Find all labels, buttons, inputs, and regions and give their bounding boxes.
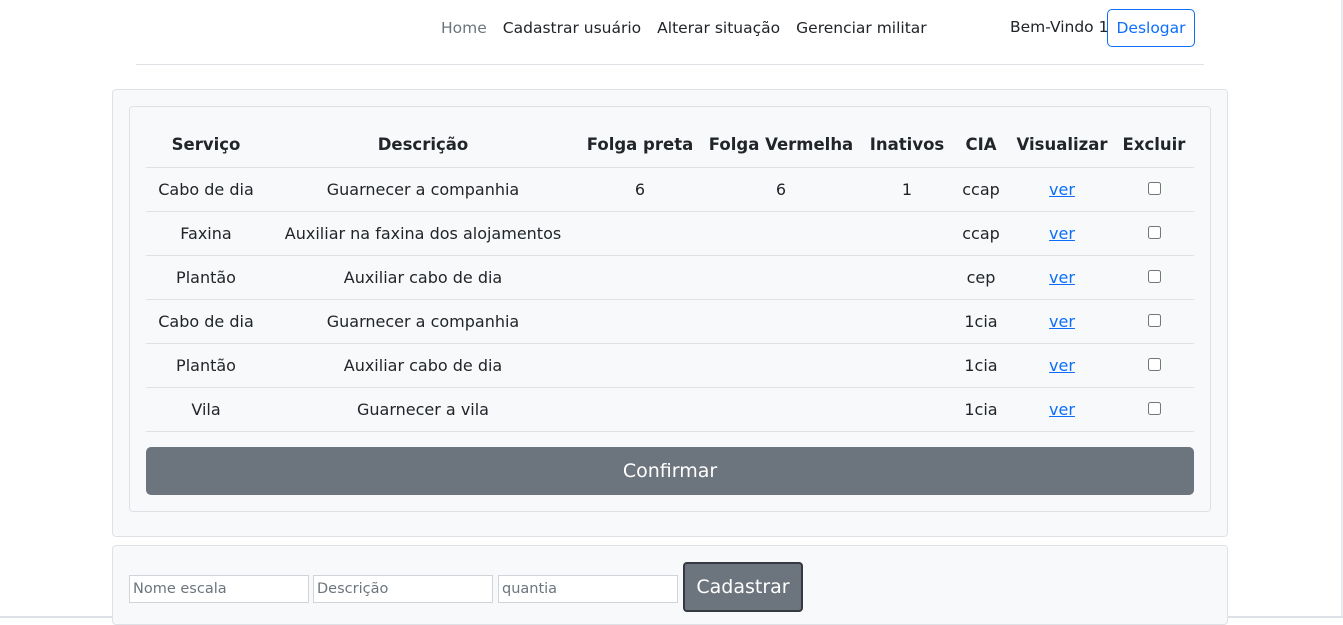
cell-inactive: 1	[862, 167, 952, 212]
col-header-red-leave: Folga Vermelha	[700, 123, 862, 168]
table-row: Cabo de dia Guarnecer a companhia 1cia v…	[146, 299, 1194, 344]
nav-register-user[interactable]: Cadastrar usuário	[503, 17, 641, 39]
cell-inactive	[862, 343, 952, 388]
cell-description: Auxiliar cabo de dia	[266, 255, 580, 300]
welcome-text: Bem-Vindo 1	[1010, 18, 1109, 36]
view-link[interactable]: ver	[1049, 312, 1075, 331]
table-row: Vila Guarnecer a vila 1cia ver	[146, 387, 1194, 432]
delete-checkbox[interactable]	[1147, 357, 1161, 371]
view-link[interactable]: ver	[1049, 356, 1075, 375]
cell-delete	[1114, 167, 1194, 212]
cell-service: Vila	[146, 387, 266, 432]
cell-black-leave	[580, 299, 700, 344]
col-header-description: Descrição	[266, 123, 580, 168]
cell-view: ver	[1010, 299, 1114, 344]
main-nav: Home Cadastrar usuário Alterar situação …	[441, 17, 927, 39]
cell-cia: 1cia	[952, 387, 1010, 432]
col-header-cia: CIA	[952, 123, 1010, 168]
cell-delete	[1114, 299, 1194, 344]
cell-description: Auxiliar cabo de dia	[266, 343, 580, 388]
delete-checkbox[interactable]	[1147, 401, 1161, 415]
cell-delete	[1114, 211, 1194, 256]
delete-checkbox[interactable]	[1147, 313, 1161, 327]
cell-service: Cabo de dia	[146, 299, 266, 344]
schedule-description-input[interactable]	[313, 575, 493, 603]
table-row: Plantão Auxiliar cabo de dia cep ver	[146, 255, 1194, 300]
services-card: Serviço Descrição Folga preta Folga Verm…	[129, 106, 1211, 512]
cell-description: Guarnecer a companhia	[266, 167, 580, 212]
cell-inactive	[862, 299, 952, 344]
cell-red-leave: 6	[700, 167, 862, 212]
table-row: Plantão Auxiliar cabo de dia 1cia ver	[146, 343, 1194, 388]
table-row: Faxina Auxiliar na faxina dos alojamento…	[146, 211, 1194, 256]
cell-inactive	[862, 387, 952, 432]
cell-red-leave	[700, 387, 862, 432]
view-link[interactable]: ver	[1049, 268, 1075, 287]
nav-change-status[interactable]: Alterar situação	[657, 17, 780, 39]
cell-black-leave	[580, 387, 700, 432]
nav-home[interactable]: Home	[441, 17, 487, 39]
cell-delete	[1114, 343, 1194, 388]
cell-black-leave	[580, 211, 700, 256]
logout-button[interactable]: Deslogar	[1107, 9, 1195, 47]
cell-red-leave	[700, 343, 862, 388]
confirm-button[interactable]: Confirmar	[146, 447, 1194, 495]
register-schedule-panel: Cadastrar	[112, 545, 1228, 625]
cell-description: Auxiliar na faxina dos alojamentos	[266, 211, 580, 256]
cell-cia: ccap	[952, 167, 1010, 212]
cell-cia: cep	[952, 255, 1010, 300]
cell-view: ver	[1010, 255, 1114, 300]
cell-view: ver	[1010, 343, 1114, 388]
cell-red-leave	[700, 211, 862, 256]
cell-description: Guarnecer a vila	[266, 387, 580, 432]
cell-black-leave	[580, 343, 700, 388]
cell-red-leave	[700, 255, 862, 300]
cell-view: ver	[1010, 167, 1114, 212]
cell-delete	[1114, 387, 1194, 432]
cell-view: ver	[1010, 387, 1114, 432]
view-link[interactable]: ver	[1049, 224, 1075, 243]
schedule-quantity-input[interactable]	[498, 575, 678, 603]
cell-delete	[1114, 255, 1194, 300]
cell-black-leave	[580, 255, 700, 300]
delete-checkbox[interactable]	[1147, 225, 1161, 239]
cell-view: ver	[1010, 211, 1114, 256]
services-table: Serviço Descrição Folga preta Folga Verm…	[146, 123, 1194, 432]
schedule-name-input[interactable]	[129, 575, 309, 603]
view-link[interactable]: ver	[1049, 180, 1075, 199]
cell-inactive	[862, 255, 952, 300]
col-header-inactive: Inativos	[862, 123, 952, 168]
cell-red-leave	[700, 299, 862, 344]
cell-cia: 1cia	[952, 343, 1010, 388]
delete-checkbox[interactable]	[1147, 181, 1161, 195]
col-header-view: Visualizar	[1010, 123, 1114, 168]
cell-service: Plantão	[146, 255, 266, 300]
view-link[interactable]: ver	[1049, 400, 1075, 419]
cell-black-leave: 6	[580, 167, 700, 212]
cell-description: Guarnecer a companhia	[266, 299, 580, 344]
cell-inactive	[862, 211, 952, 256]
register-button[interactable]: Cadastrar	[683, 562, 803, 612]
nav-manage-military[interactable]: Gerenciar militar	[796, 17, 927, 39]
delete-checkbox[interactable]	[1147, 269, 1161, 283]
cell-cia: 1cia	[952, 299, 1010, 344]
cell-service: Cabo de dia	[146, 167, 266, 212]
table-header-row: Serviço Descrição Folga preta Folga Verm…	[146, 123, 1194, 168]
col-header-service: Serviço	[146, 123, 266, 168]
services-panel: Serviço Descrição Folga preta Folga Verm…	[112, 89, 1228, 537]
cell-service: Faxina	[146, 211, 266, 256]
cell-cia: ccap	[952, 211, 1010, 256]
table-row: Cabo de dia Guarnecer a companhia 6 6 1 …	[146, 167, 1194, 212]
top-navbar: Home Cadastrar usuário Alterar situação …	[136, 0, 1204, 65]
col-header-black-leave: Folga preta	[580, 123, 700, 168]
cell-service: Plantão	[146, 343, 266, 388]
col-header-delete: Excluir	[1114, 123, 1194, 168]
